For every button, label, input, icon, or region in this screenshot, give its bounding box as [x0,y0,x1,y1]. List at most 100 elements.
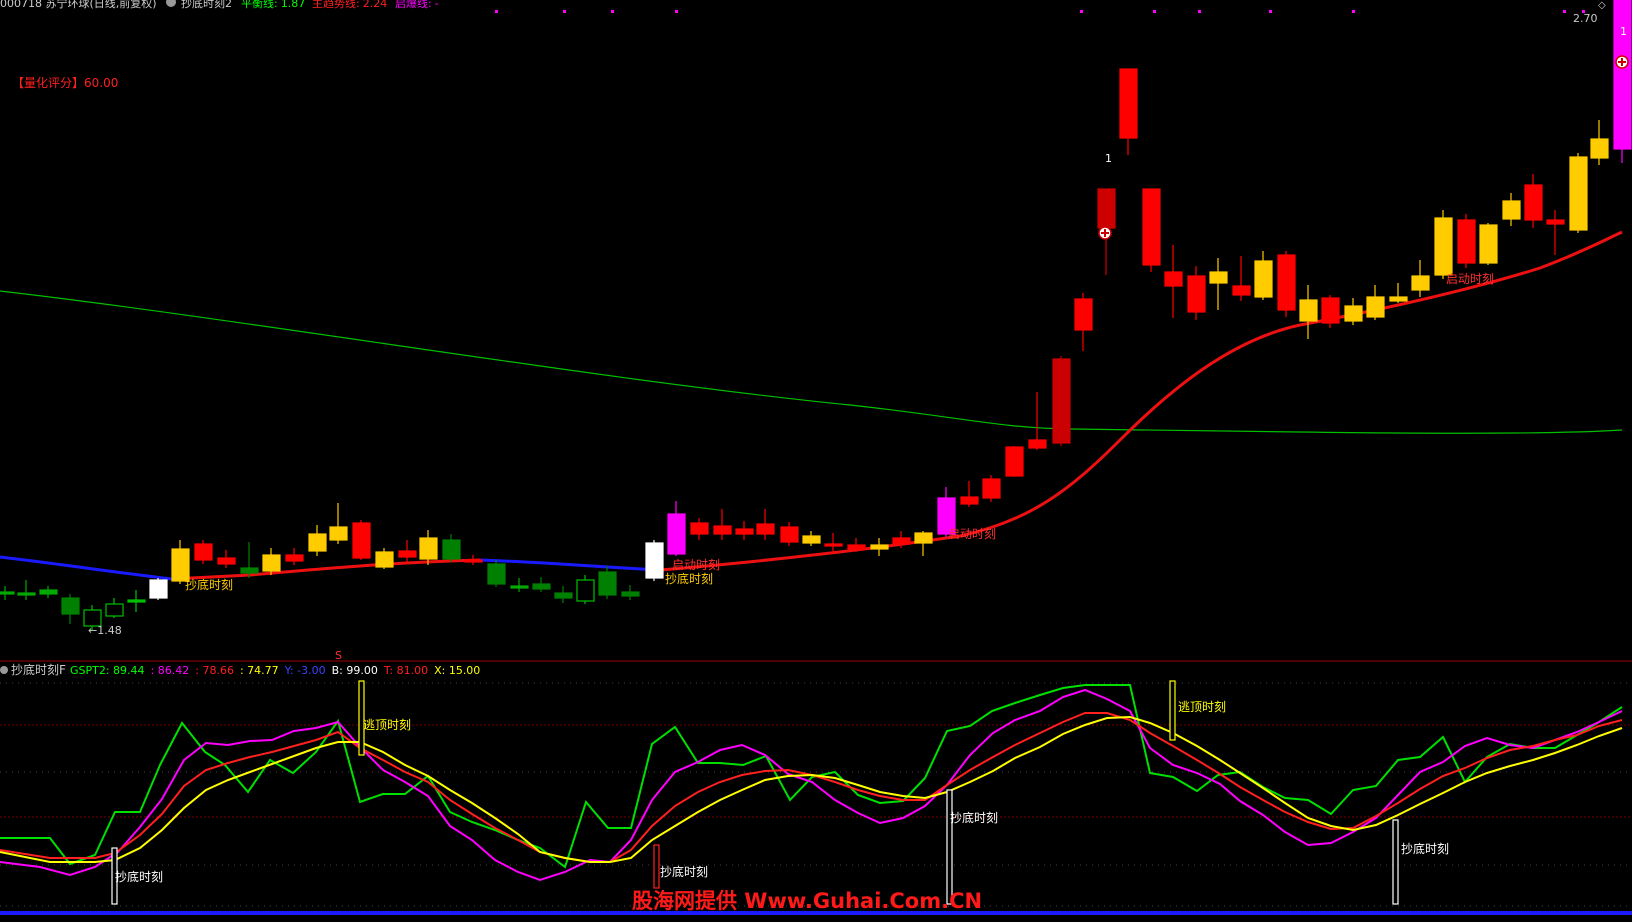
candle [510,578,529,592]
candle [17,580,36,600]
stock-chart-canvas[interactable]: 000718 苏宁环球(日线,前复权) 抄底时刻2 平衡线: 1.87 主趋势线:… [0,0,1632,922]
candle [824,533,843,553]
sub-value: B: 99.00 [332,664,378,677]
header-item-trend: 主趋势线: 2.24 [312,0,387,10]
candle [532,577,551,592]
candle [262,548,281,575]
signal-label: 抄底时刻 [185,577,233,592]
sub-value: T: 81.00 [383,664,428,677]
signal-label: 启动时刻 [948,527,996,541]
candle [1590,120,1609,165]
signal-label: 逃顶时刻 [363,718,411,732]
candle [240,542,259,578]
watermark: 股海网提供 Www.Guhai.Com.CN [632,889,982,913]
candle [1344,298,1363,325]
candle [1546,210,1565,255]
candle [1502,193,1521,226]
candle [621,585,640,600]
candle [1142,188,1161,272]
candle [442,534,461,562]
candle [105,598,124,618]
indicator-name: 抄底时刻2 [181,0,232,10]
candle [217,550,236,568]
candle [285,548,304,565]
signal-bar [1169,680,1176,741]
sub-header: 抄底时刻F GSPT2: 89.44: 86.42: 78.66: 74.77 Y… [0,649,480,677]
candle [1569,153,1588,233]
candle [1479,223,1498,265]
signal-bar [653,844,660,889]
candle [1005,446,1024,477]
candle [39,586,58,598]
candle [1299,285,1318,339]
signal-label: 抄底时刻 [115,869,163,884]
candle [914,531,933,556]
signal-bar [946,789,953,905]
candle [1187,266,1206,320]
candle [61,594,80,624]
candle [149,578,168,600]
candle [1074,293,1093,351]
candle [1321,295,1340,328]
candlestick-series [0,0,1632,630]
candle [667,501,686,556]
indicator-toggle-icon[interactable] [166,0,176,7]
candle [802,531,821,546]
sub-value: X: 15.00 [434,664,480,677]
candle [1277,251,1296,317]
main-header: 000718 苏宁环球(日线,前复权) 抄底时刻2 平衡线: 1.87 主趋势线:… [0,0,439,10]
candle [1052,356,1071,446]
buy-plus-icon [1098,226,1112,240]
candle [870,538,889,556]
candle [735,521,754,540]
candle [1232,256,1251,301]
candle [576,575,595,604]
candle [960,481,979,507]
candle [1524,174,1543,228]
signal-label: 逃顶时刻 [1178,700,1226,714]
sub-value: : 78.66 [195,664,234,677]
candle [1164,245,1183,318]
scroll-up-icon[interactable]: ◇ [1598,0,1606,11]
candle [487,560,506,587]
price-top-label: 2.70 [1573,12,1598,25]
candle [419,530,438,565]
candle [1119,68,1138,155]
candle [982,475,1001,502]
candle [756,509,775,540]
low-price-label: ←1.48 [88,624,122,637]
candle [1434,210,1453,279]
candle [1457,214,1476,268]
right-marker: 1 [1620,25,1627,38]
sub-value: GSPT2: 89.44 [70,664,145,677]
sub-indicator-values: GSPT2: 89.44 : 86.42 : 78.66 : 74.77 Y: -3.0… [70,664,480,677]
sub-value: : 74.77 [240,664,279,677]
signal-label: 抄底时刻 [1401,841,1449,856]
signal-label: 抄底时刻 [660,864,708,879]
candle [0,586,15,600]
candle [1411,260,1430,297]
signal-bars [111,680,1399,905]
candle [713,509,732,540]
buy-plus-icon [1615,55,1629,69]
high-marker: 1 [1105,152,1112,165]
candle [352,520,371,560]
stock-title: 000718 苏宁环球(日线,前复权) [0,0,157,10]
signal-label: 抄底时刻 [950,810,998,825]
candle [375,548,394,569]
oscillator-lines [0,684,1623,882]
score-text: 【量化评分】60.00 [12,76,118,90]
candle [127,590,146,612]
candle [1028,392,1047,450]
signal-label: 抄底时刻 [665,571,713,586]
candle [645,540,664,581]
header-item-explode: 启爆线: - [395,0,439,10]
sub-toggle-icon[interactable] [0,666,8,674]
candle [598,566,617,599]
sub-value: : 86.42 [151,664,190,677]
oscillator-line [0,715,1623,863]
candle [1389,283,1408,303]
top-signal-dots [495,10,1585,13]
sub-value: Y: -3.00 [284,664,326,677]
candle [308,525,327,556]
